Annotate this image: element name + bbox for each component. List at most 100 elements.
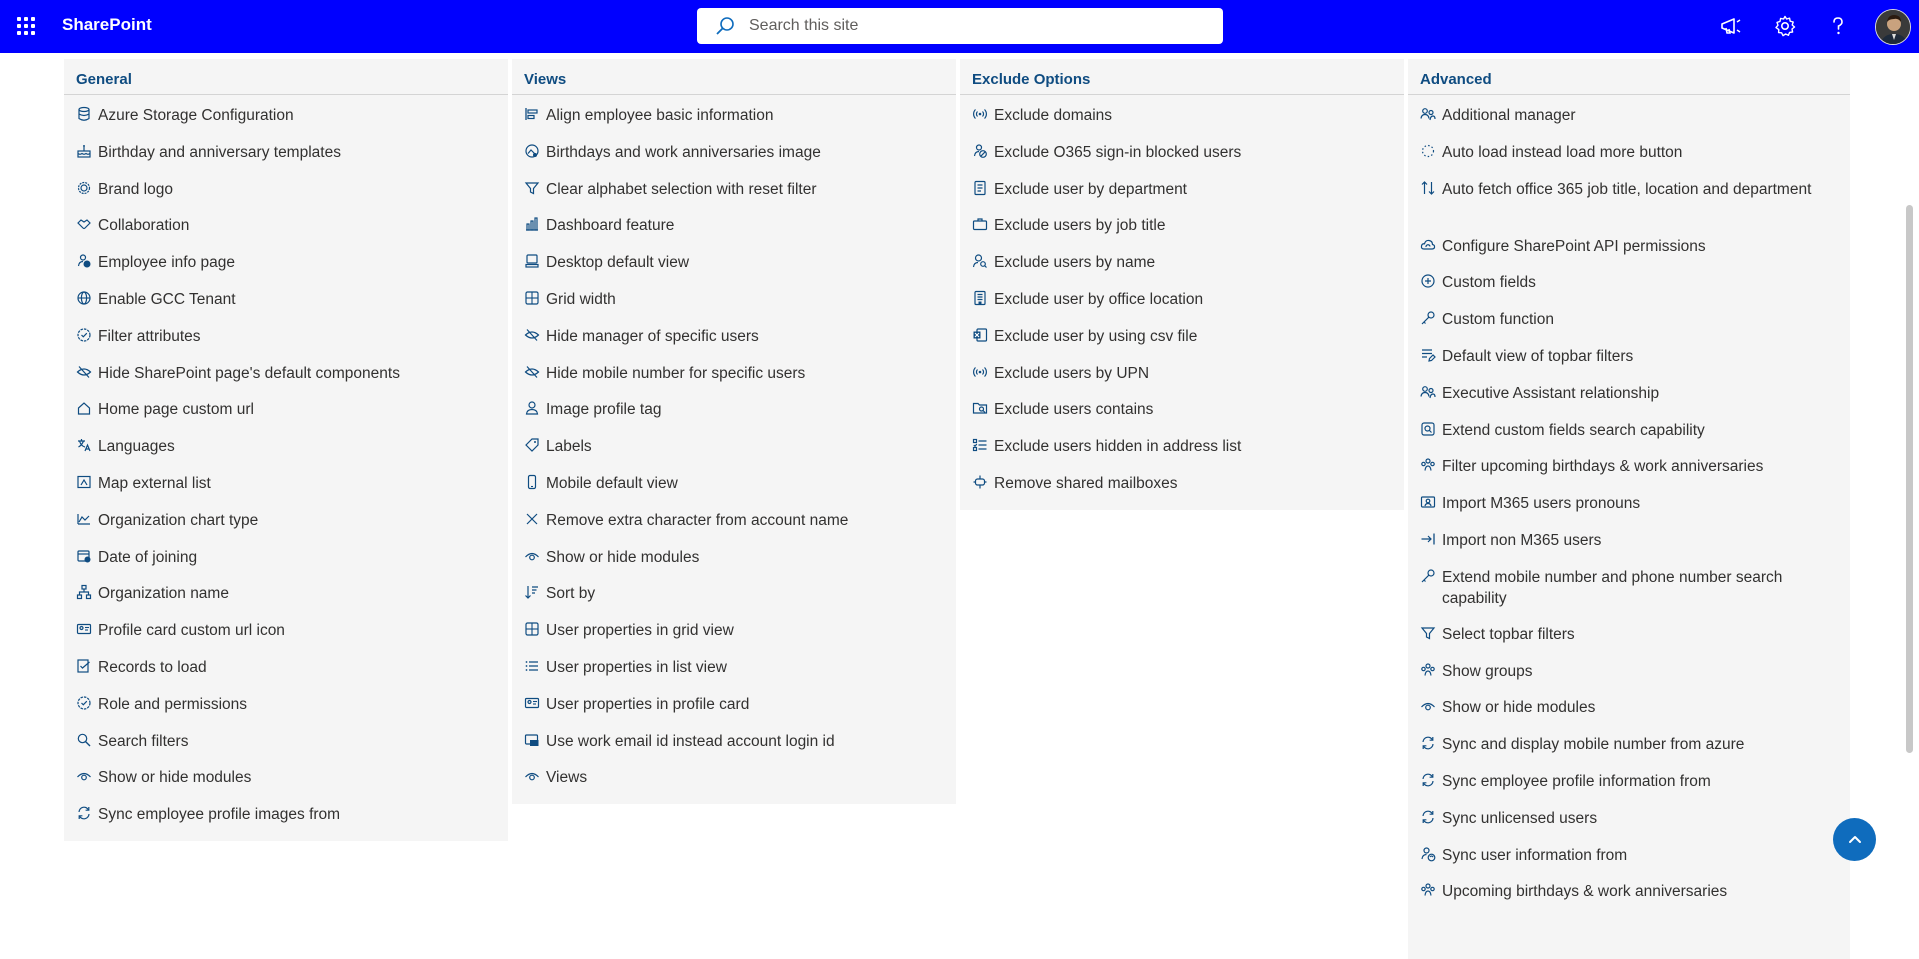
list-item-label: Exclude users contains	[994, 401, 1154, 419]
list-item-label: Grid width	[546, 290, 616, 308]
list-item[interactable]: Sync employee profile information from	[1408, 761, 1850, 798]
list-item-label: Additional manager	[1442, 107, 1576, 124]
list-item-label: Custom function	[1442, 311, 1554, 329]
eye-icon	[77, 773, 91, 781]
list-item[interactable]: Azure Storage Configuration	[64, 95, 508, 132]
exclude-options-list: Exclude domains Exclude O365 sign-in bloc…	[960, 95, 1404, 500]
list-item[interactable]: Hide manager of specific users	[512, 316, 956, 353]
help-icon[interactable]	[1826, 14, 1850, 38]
list-item[interactable]: Birthday and anniversary templates	[64, 132, 508, 169]
list-item[interactable]: Image profile tag	[512, 389, 956, 426]
app-launcher-icon[interactable]	[17, 17, 35, 35]
views-list: Align employee basic information Birthday…	[512, 95, 956, 794]
list-item[interactable]: Organization name	[64, 573, 508, 610]
sync-icon	[1422, 773, 1434, 787]
list-item[interactable]: Custom function	[1408, 299, 1850, 336]
list-item[interactable]: Sync unlicensed users	[1408, 798, 1850, 835]
list-item[interactable]: Map external list	[64, 463, 508, 500]
list-item[interactable]: Sort by	[512, 573, 956, 610]
list-item[interactable]: Employee info page	[64, 242, 508, 279]
list-item[interactable]: Extend custom fields search capability	[1408, 410, 1850, 447]
list-item[interactable]: Exclude users by job title	[960, 205, 1404, 242]
list-item[interactable]: Clear alphabet selection with reset filt…	[512, 169, 956, 206]
list-item[interactable]: Default view of topbar filters	[1408, 336, 1850, 373]
list-item[interactable]: Exclude user by department	[960, 169, 1404, 206]
list-item[interactable]: Home page custom url	[64, 389, 508, 426]
list-item[interactable]: Custom fields	[1408, 262, 1850, 299]
list-item[interactable]: Extend mobile number and phone number se…	[1408, 557, 1850, 614]
avatar[interactable]	[1875, 9, 1911, 45]
search-input[interactable]	[749, 17, 1189, 35]
list-item[interactable]: Hide SharePoint page's default component…	[64, 353, 508, 390]
list-item[interactable]: Show or hide modules	[1408, 687, 1850, 724]
grid-icon	[525, 291, 539, 305]
list-item-label: Select topbar filters	[1442, 625, 1575, 643]
list-item[interactable]: Exclude users contains	[960, 389, 1404, 426]
list-item[interactable]: Show or hide modules	[64, 757, 508, 794]
list-item[interactable]: Dashboard feature	[512, 205, 956, 242]
list-item[interactable]: Search filters	[64, 721, 508, 758]
list-item[interactable]: Use work email id instead account login …	[512, 721, 956, 758]
list-item[interactable]: Show groups	[1408, 651, 1850, 688]
list-item[interactable]: Sync and display mobile number from azur…	[1408, 724, 1850, 761]
list-item[interactable]: Profile card custom url icon	[64, 610, 508, 647]
list-item[interactable]: Executive Assistant relationship	[1408, 373, 1850, 410]
list-item[interactable]: Date of joining	[64, 537, 508, 574]
list-item[interactable]: Exclude users by name	[960, 242, 1404, 279]
scroll-to-top-button[interactable]	[1833, 818, 1876, 861]
list-item[interactable]: Select topbar filters	[1408, 614, 1850, 651]
app-brand[interactable]: SharePoint	[62, 15, 152, 35]
list-item[interactable]: User properties in list view	[512, 647, 956, 684]
list-item[interactable]: Grid width	[512, 279, 956, 316]
eye-icon	[525, 773, 539, 781]
list-item[interactable]: Sync employee profile images from	[64, 794, 508, 831]
list-item[interactable]: Align employee basic information	[512, 95, 956, 132]
list-item[interactable]: Exclude domains	[960, 95, 1404, 132]
cake-icon	[77, 144, 91, 158]
list-item-label: Show or hide modules	[546, 548, 700, 566]
list-item[interactable]: Exclude O365 sign-in blocked users	[960, 132, 1404, 169]
list-item[interactable]: Configure SharePoint API permissions	[1408, 226, 1850, 263]
search-box[interactable]	[697, 8, 1223, 44]
list-item[interactable]: Desktop default view	[512, 242, 956, 279]
list-item[interactable]: Role and permissions	[64, 684, 508, 721]
list-item[interactable]: Records to load	[64, 647, 508, 684]
list-item[interactable]: User properties in grid view	[512, 610, 956, 647]
list-item[interactable]: Hide mobile number for specific users	[512, 353, 956, 390]
gear-icon[interactable]	[1773, 14, 1797, 38]
list-item[interactable]: Brand logo	[64, 169, 508, 206]
column-heading: Views	[512, 59, 956, 95]
filter-icon	[524, 181, 540, 195]
list-item[interactable]: Labels	[512, 426, 956, 463]
list-item[interactable]: Mobile default view	[512, 463, 956, 500]
list-item[interactable]: Upcoming birthdays & work anniversaries	[1408, 871, 1850, 908]
list-item[interactable]: Remove shared mailboxes	[960, 463, 1404, 500]
list-item[interactable]: Languages	[64, 426, 508, 463]
list-item[interactable]: Exclude users by UPN	[960, 353, 1404, 390]
list-item[interactable]: Filter attributes	[64, 316, 508, 353]
list-item-label: Extend custom fields search capability	[1442, 421, 1705, 439]
globe-icon	[77, 291, 91, 305]
megaphone-icon[interactable]	[1719, 14, 1743, 38]
list-item[interactable]: Organization chart type	[64, 500, 508, 537]
list-item[interactable]: Enable GCC Tenant	[64, 279, 508, 316]
list-item[interactable]: Auto load instead load more button	[1408, 132, 1850, 169]
list-item[interactable]: Exclude user by office location	[960, 279, 1404, 316]
scrollbar[interactable]	[1906, 205, 1913, 753]
list-item[interactable]: Exclude user by using csv file	[960, 316, 1404, 353]
list-item[interactable]: Additional manager	[1408, 95, 1850, 132]
person-blocked-icon	[973, 144, 987, 158]
list-item[interactable]: Exclude users hidden in address list	[960, 426, 1404, 463]
list-item[interactable]: Sync user information from	[1408, 835, 1850, 872]
list-item[interactable]: Collaboration	[64, 205, 508, 242]
list-item[interactable]: Filter upcoming birthdays & work anniver…	[1408, 446, 1850, 483]
list-item[interactable]: Import non M365 users	[1408, 520, 1850, 557]
list-item[interactable]: Birthdays and work anniversaries image	[512, 132, 956, 169]
list-item[interactable]: Remove extra character from account name	[512, 500, 956, 537]
list-item[interactable]: User properties in profile card	[512, 684, 956, 721]
list-item-label: Exclude users hidden in address list	[994, 438, 1242, 456]
list-item[interactable]: Import M365 users pronouns	[1408, 483, 1850, 520]
list-item[interactable]: Auto fetch office 365 job title, locatio…	[1408, 169, 1850, 226]
list-item[interactable]: Views	[512, 757, 956, 794]
list-item[interactable]: Show or hide modules	[512, 537, 956, 574]
